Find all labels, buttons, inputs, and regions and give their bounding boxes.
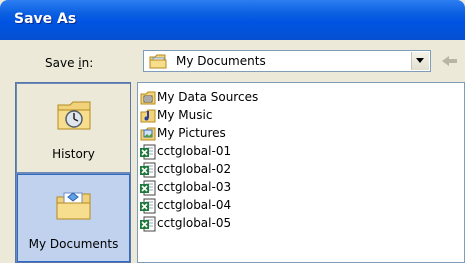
places-item-my-documents[interactable]: My Documents xyxy=(17,174,130,262)
chevron-down-icon xyxy=(416,58,424,63)
history-icon xyxy=(54,97,94,133)
file-name: cctglobal-04 xyxy=(157,198,232,212)
excel-file-icon xyxy=(140,216,156,232)
music-folder-icon xyxy=(140,108,156,124)
back-button[interactable] xyxy=(440,53,460,69)
places-item-history[interactable]: History xyxy=(17,84,130,172)
places-bar: History My Documents xyxy=(15,82,131,263)
excel-file-icon xyxy=(140,144,156,160)
file-name: cctglobal-01 xyxy=(157,144,232,158)
file-name: cctglobal-05 xyxy=(157,216,232,230)
excel-file-icon xyxy=(140,198,156,214)
save-as-dialog: Save in: My Documents History My Documen… xyxy=(0,40,465,263)
excel-file-icon xyxy=(140,180,156,196)
save-in-dropdown[interactable]: My Documents xyxy=(143,50,431,72)
file-name: My Pictures xyxy=(157,126,226,140)
file-name: My Data Sources xyxy=(157,90,259,104)
window-title: Save As xyxy=(14,11,77,27)
save-in-label: Save in: xyxy=(45,56,94,70)
excel-file-icon xyxy=(140,162,156,178)
save-in-location: My Documents xyxy=(176,54,266,68)
data-sources-folder-icon xyxy=(140,90,156,106)
file-name: cctglobal-02 xyxy=(157,162,232,176)
places-label-my-documents: My Documents xyxy=(28,237,119,251)
file-name: My Music xyxy=(157,108,213,122)
back-arrow-icon xyxy=(442,56,457,66)
file-name: cctglobal-03 xyxy=(157,180,232,194)
pictures-folder-icon xyxy=(140,126,156,142)
places-label-history: History xyxy=(52,147,95,161)
title-bar: Save As xyxy=(0,0,465,40)
file-list[interactable]: My Data Sources My Music My Pictures cct… xyxy=(137,82,465,263)
my-documents-folder-icon xyxy=(149,53,167,69)
dropdown-arrow-button[interactable] xyxy=(411,52,429,70)
my-documents-icon xyxy=(54,187,94,223)
